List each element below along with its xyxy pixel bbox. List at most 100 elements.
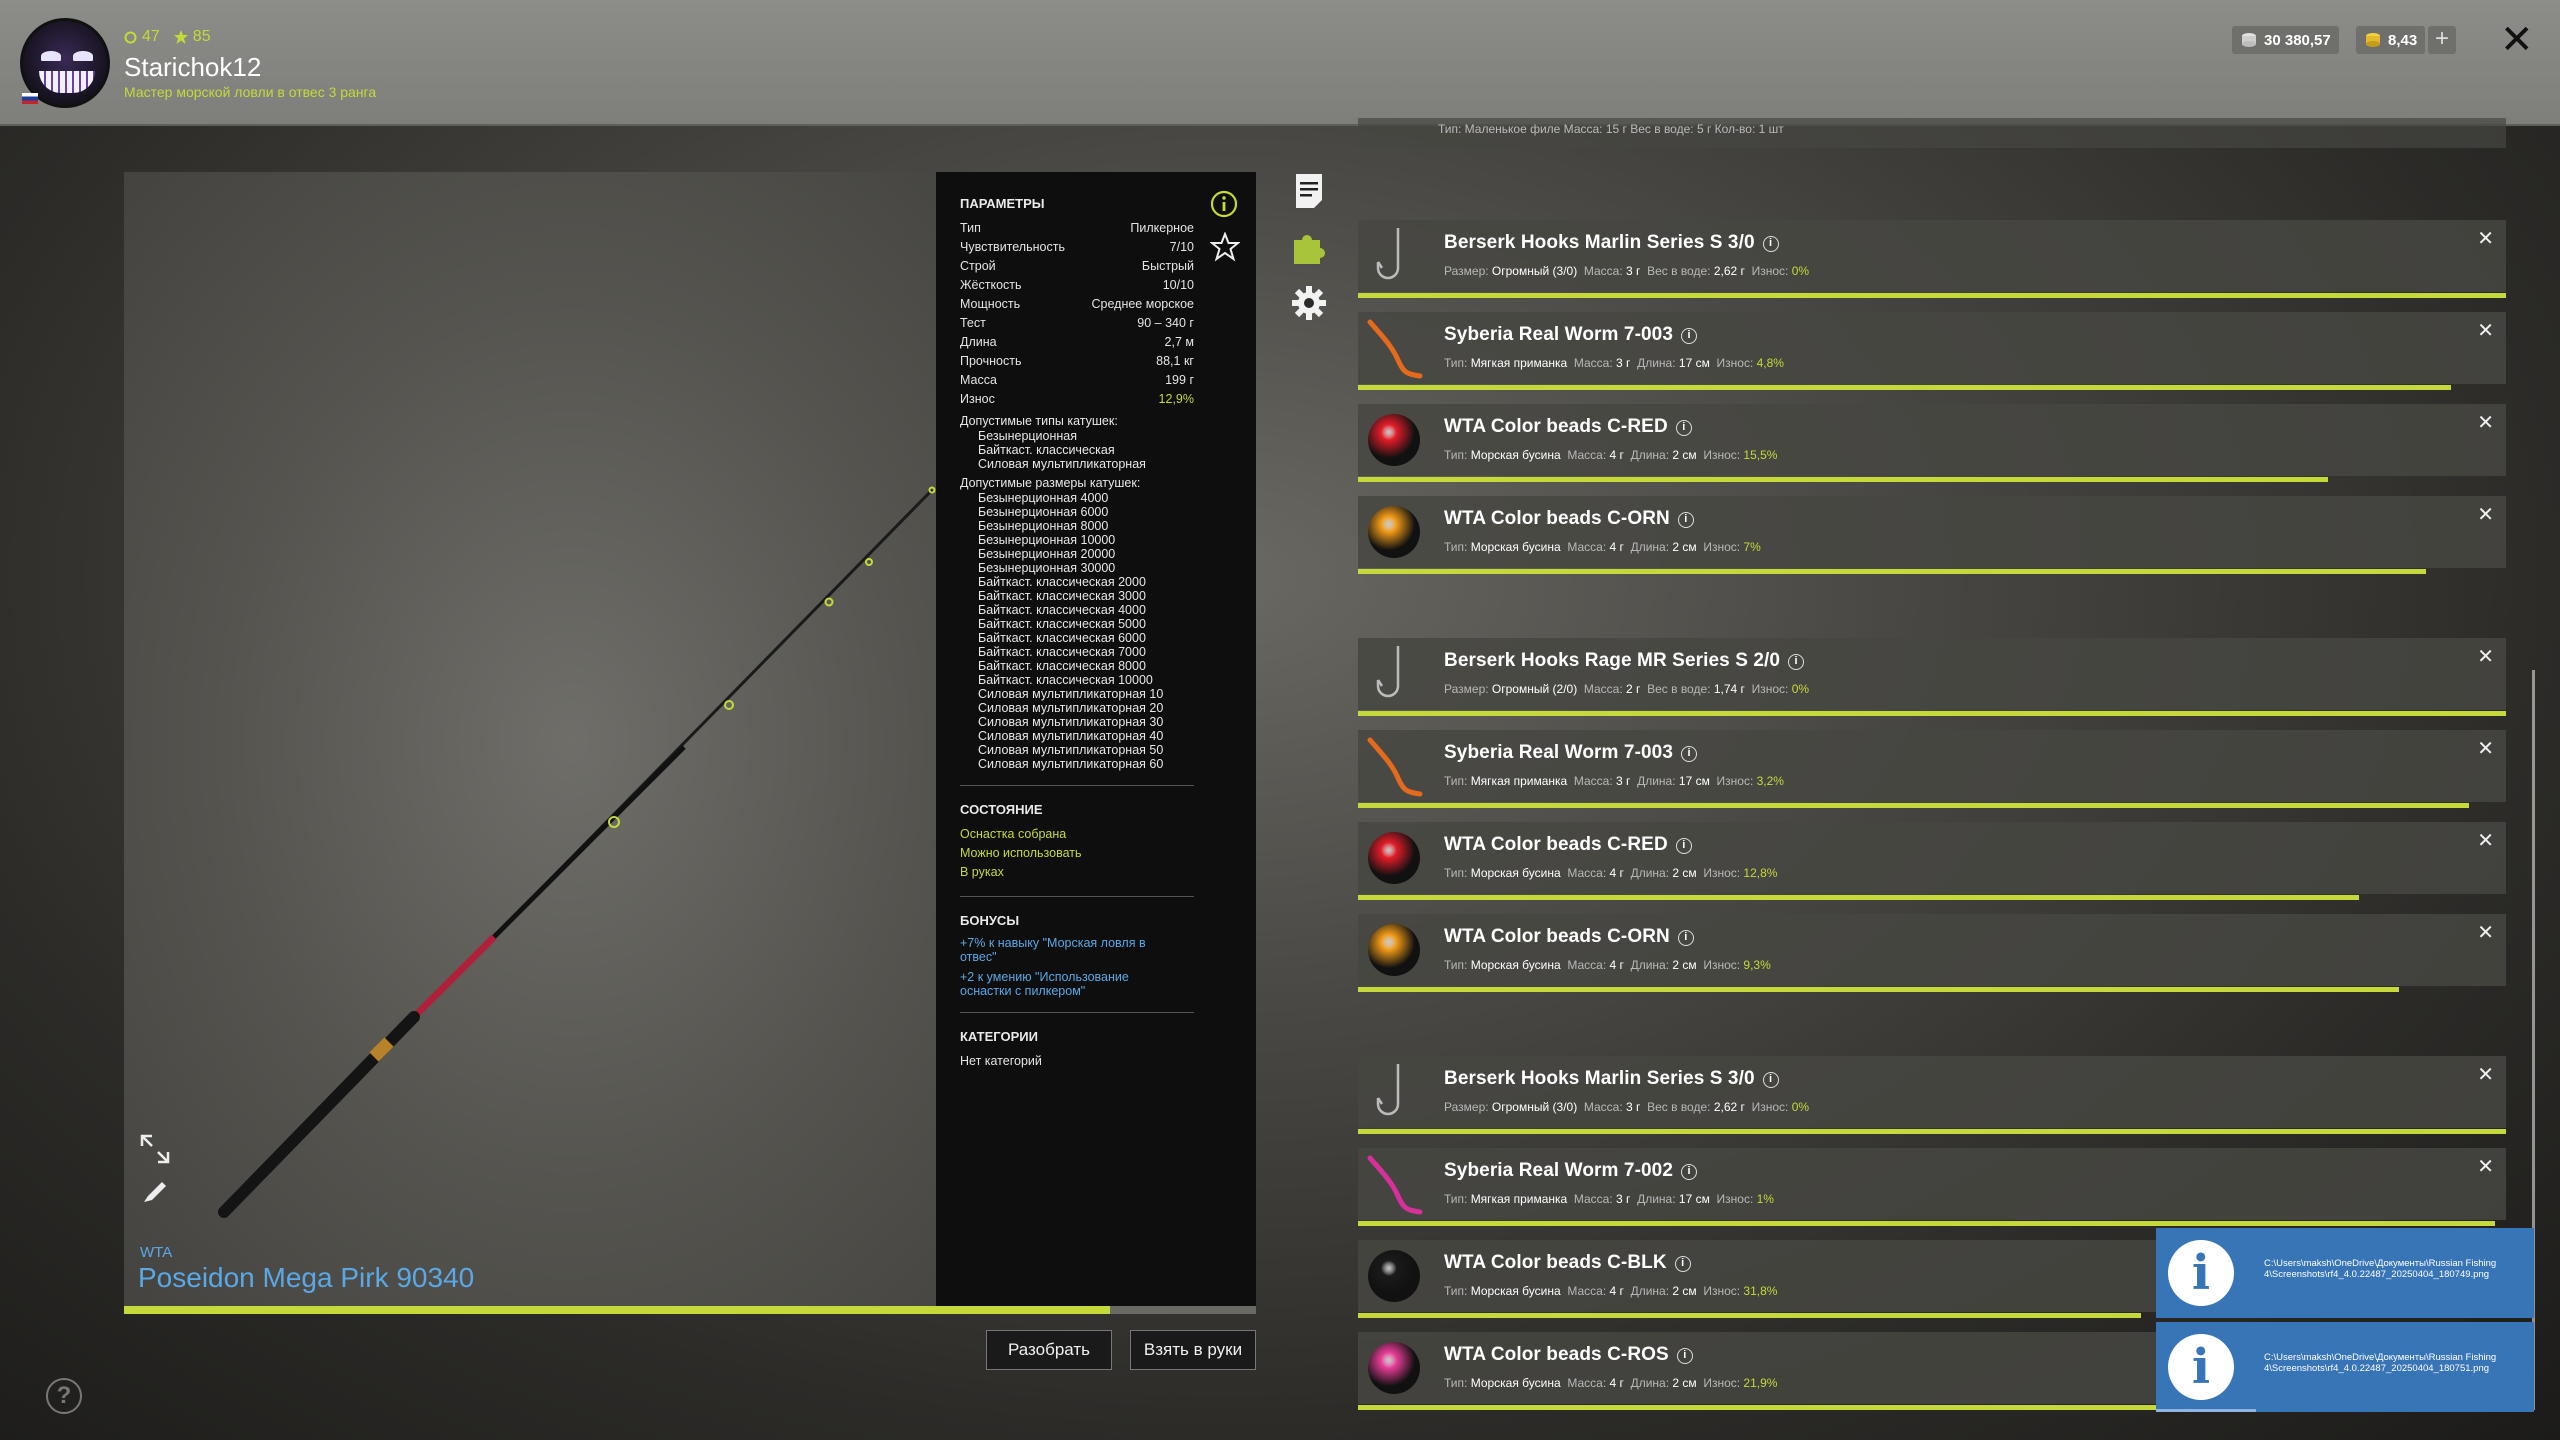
state-item: Оснастка собрана bbox=[960, 827, 1067, 841]
help-button[interactable]: ? bbox=[46, 1378, 82, 1414]
tackle-item[interactable]: Berserk Hooks Rage MR Series S 2/0 i Разм… bbox=[1358, 638, 2506, 716]
detail-value: 1,74 г bbox=[1713, 682, 1745, 696]
favorite-star-icon[interactable] bbox=[1210, 232, 1240, 262]
remove-item-icon[interactable]: ✕ bbox=[2477, 920, 2494, 945]
info-icon[interactable]: i bbox=[1681, 746, 1698, 762]
add-gold-button[interactable]: + bbox=[2428, 26, 2456, 54]
hook2-thumbnail bbox=[1362, 642, 1426, 706]
detail-value: Морская бусина bbox=[1470, 540, 1561, 554]
item-name-row: Berserk Hooks Marlin Series S 3/0 i bbox=[1444, 1068, 1779, 1090]
param-value: 10/10 bbox=[1162, 278, 1194, 292]
tackle-item[interactable]: Syberia Real Worm 7-002 i Тип: Мягкая при… bbox=[1358, 1148, 2506, 1226]
screenshot-notification[interactable]: i C:\Users\maksh\OneDrive\Документы\Russ… bbox=[2156, 1322, 2534, 1412]
bonus-list: +7% к навыку "Морская ловля в отвес" +2 к… bbox=[960, 936, 1256, 998]
silver-value: 30 380,57 bbox=[2264, 31, 2331, 49]
wear-label: Износ: bbox=[1703, 1376, 1741, 1390]
remove-item-icon[interactable]: ✕ bbox=[2477, 828, 2494, 853]
remove-item-icon[interactable]: ✕ bbox=[2477, 226, 2494, 251]
tackle-item[interactable]: Syberia Real Worm 7-003 i Тип: Мягкая при… bbox=[1358, 730, 2506, 808]
detail-value: Огромный (2/0) bbox=[1491, 682, 1578, 696]
detail-value: Огромный (3/0) bbox=[1491, 264, 1578, 278]
tackle-item[interactable]: WTA Color beads C-RED i Тип: Морская буси… bbox=[1358, 822, 2506, 900]
detail-label: Длина: bbox=[1637, 1192, 1676, 1206]
detail-label: Масса: bbox=[1583, 1100, 1623, 1114]
parameters-panel: ПАРАМЕТРЫ Тип Пилкерное Чувствительность 7/… bbox=[936, 172, 1256, 1306]
disassemble-button[interactable]: Разобрать bbox=[986, 1330, 1112, 1370]
silver-balance[interactable]: 30 380,57 bbox=[2232, 26, 2339, 54]
rod-preview[interactable]: WTA Poseidon Mega Pirk 90340 bbox=[124, 172, 936, 1310]
gold-balance[interactable]: 8,43 bbox=[2356, 26, 2426, 54]
take-in-hands-button[interactable]: Взять в руки bbox=[1130, 1330, 1256, 1370]
remove-item-icon[interactable]: ✕ bbox=[2477, 318, 2494, 343]
tackle-item[interactable]: WTA Color beads C-RED i Тип: Морская буси… bbox=[1358, 404, 2506, 482]
tackle-item[interactable]: Berserk Hooks Marlin Series S 3/0 i Разме… bbox=[1358, 1056, 2506, 1134]
reel-size-item: Байткаст. классическая 3000 bbox=[978, 589, 1146, 603]
info-icon: i bbox=[2168, 1334, 2234, 1400]
reel-size-item: Байткаст. классическая 5000 bbox=[978, 617, 1146, 631]
info-icon[interactable]: i bbox=[1674, 1256, 1691, 1272]
detail-label: Масса: bbox=[1567, 958, 1607, 972]
document-icon[interactable] bbox=[1290, 172, 1328, 210]
detail-label: Масса: bbox=[1583, 682, 1623, 696]
remove-item-icon[interactable]: ✕ bbox=[2477, 736, 2494, 761]
param-value: Пилкерное bbox=[1130, 221, 1194, 235]
detail-label: Вес в воде: bbox=[1647, 682, 1711, 696]
info-icon[interactable]: i bbox=[1788, 654, 1805, 670]
remove-item-icon[interactable]: ✕ bbox=[2477, 644, 2494, 669]
player-name[interactable]: Starichok12 bbox=[124, 52, 261, 83]
item-details: Тип: Морская бусина Масса: 4 г Длина: 2 … bbox=[1444, 1284, 1777, 1298]
gear-icon[interactable] bbox=[1290, 284, 1328, 322]
detail-value: Морская бусина bbox=[1470, 448, 1561, 462]
detail-label: Длина: bbox=[1630, 540, 1670, 554]
info-icon[interactable]: i bbox=[1762, 236, 1779, 252]
info-icon[interactable]: i bbox=[1676, 1348, 1693, 1364]
info-icon[interactable]: i bbox=[1677, 930, 1694, 946]
item-name-row: WTA Color beads C-ORN i bbox=[1444, 508, 1694, 530]
wear-value: 15,5% bbox=[1743, 448, 1778, 462]
puzzle-icon[interactable] bbox=[1290, 228, 1328, 266]
wear-value: 0% bbox=[1791, 682, 1810, 696]
item-name-row: Berserk Hooks Rage MR Series S 2/0 i bbox=[1444, 650, 1805, 672]
param-value: 199 г bbox=[1165, 373, 1194, 387]
gold-value: 8,43 bbox=[2388, 31, 2418, 49]
info-icon[interactable]: i bbox=[1762, 1072, 1779, 1088]
screenshot-notification[interactable]: i C:\Users\maksh\OneDrive\Документы\Russ… bbox=[2156, 1228, 2534, 1318]
rod-name: Poseidon Mega Pirk 90340 bbox=[138, 1262, 475, 1293]
wear-label: Износ: bbox=[1716, 1192, 1754, 1206]
detail-value: Морская бусина bbox=[1470, 866, 1561, 880]
close-icon[interactable]: ✕ bbox=[2500, 20, 2534, 60]
remove-item-icon[interactable]: ✕ bbox=[2477, 410, 2494, 435]
detail-label: Длина: bbox=[1637, 356, 1676, 370]
remove-item-icon[interactable]: ✕ bbox=[2477, 1062, 2494, 1087]
detail-value: 2 см bbox=[1672, 1284, 1697, 1298]
item-name-row: Syberia Real Worm 7-002 i bbox=[1444, 1160, 1698, 1182]
expand-icon[interactable] bbox=[138, 1132, 172, 1166]
item-name: WTA Color beads C-ORN bbox=[1444, 926, 1670, 947]
detail-value: Морская бусина bbox=[1470, 1376, 1561, 1390]
detail-label: Длина: bbox=[1630, 1376, 1670, 1390]
reel-size-item: Силовая мультипликаторная 30 bbox=[978, 715, 1164, 729]
remove-item-icon[interactable]: ✕ bbox=[2477, 1154, 2494, 1179]
rod-condition-fill bbox=[124, 1306, 1110, 1314]
info-icon[interactable]: i bbox=[1675, 838, 1692, 854]
pencil-icon[interactable] bbox=[138, 1174, 172, 1208]
info-icon[interactable]: i bbox=[1681, 1164, 1698, 1180]
tackle-item[interactable]: Syberia Real Worm 7-003 i Тип: Мягкая при… bbox=[1358, 312, 2506, 390]
info-icon[interactable]: i bbox=[1681, 328, 1698, 344]
param-value: 90 – 340 г bbox=[1137, 316, 1194, 330]
tackle-item[interactable]: WTA Color beads C-ORN i Тип: Морская буси… bbox=[1358, 914, 2506, 992]
info-icon[interactable] bbox=[1210, 190, 1238, 218]
categories-heading: КАТЕГОРИИ bbox=[960, 1029, 1038, 1044]
info-icon: i bbox=[2168, 1240, 2234, 1306]
item-details: Тип: Морская бусина Масса: 4 г Длина: 2 … bbox=[1444, 1376, 1777, 1390]
tackle-item[interactable]: WTA Color beads C-ORN i Тип: Морская буси… bbox=[1358, 496, 2506, 574]
info-icon[interactable]: i bbox=[1677, 512, 1694, 528]
remove-item-icon[interactable]: ✕ bbox=[2477, 502, 2494, 527]
detail-label: Размер: bbox=[1444, 1100, 1489, 1114]
detail-value: 3 г bbox=[1626, 264, 1641, 278]
state-item: Можно использовать bbox=[960, 846, 1082, 860]
tackle-item[interactable]: Berserk Hooks Marlin Series S 3/0 i Разме… bbox=[1358, 220, 2506, 298]
info-icon[interactable]: i bbox=[1675, 420, 1692, 436]
detail-value: 3 г bbox=[1616, 1192, 1631, 1206]
bead-orange-thumbnail bbox=[1362, 500, 1426, 564]
